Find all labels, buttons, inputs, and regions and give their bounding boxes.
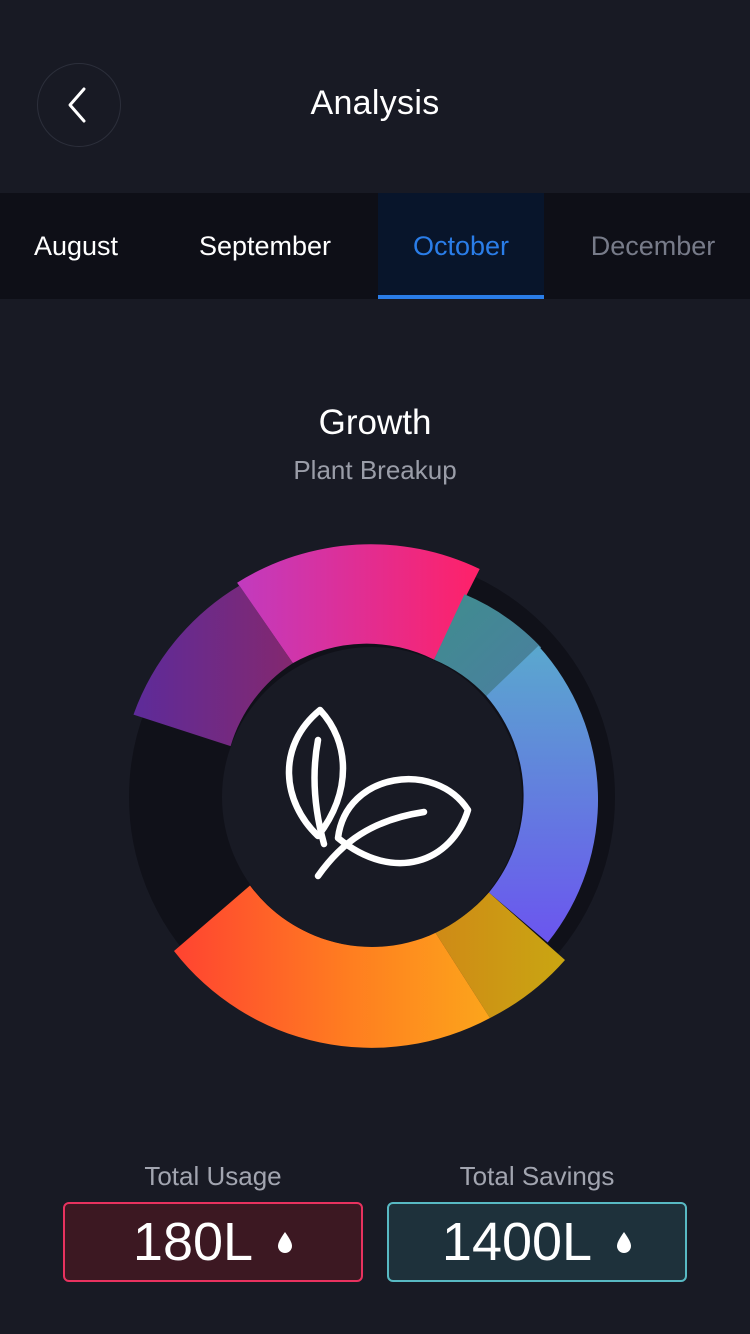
total-savings-value: 1400L (441, 1212, 593, 1272)
growth-donut-chart (129, 544, 615, 1048)
section-title: Growth (318, 403, 432, 442)
total-usage-value: 180L (132, 1212, 254, 1272)
total-savings-box: 1400L (387, 1202, 687, 1282)
tab-august[interactable]: August (0, 193, 152, 299)
water-drop-icon (616, 1231, 632, 1253)
month-tabs: August September October December (0, 193, 750, 299)
water-drop-icon (277, 1231, 293, 1253)
page-title: Analysis (310, 84, 440, 122)
total-usage-label: Total Usage (144, 1161, 282, 1191)
app-header: Analysis (0, 0, 750, 193)
tab-september[interactable]: September (152, 193, 378, 299)
total-usage-box: 180L (63, 1202, 363, 1282)
ring-center (222, 647, 522, 947)
tab-october[interactable]: October (378, 193, 544, 299)
tab-december[interactable]: December (544, 193, 750, 299)
section-subtitle: Plant Breakup (293, 455, 457, 485)
total-savings-label: Total Savings (459, 1161, 615, 1191)
